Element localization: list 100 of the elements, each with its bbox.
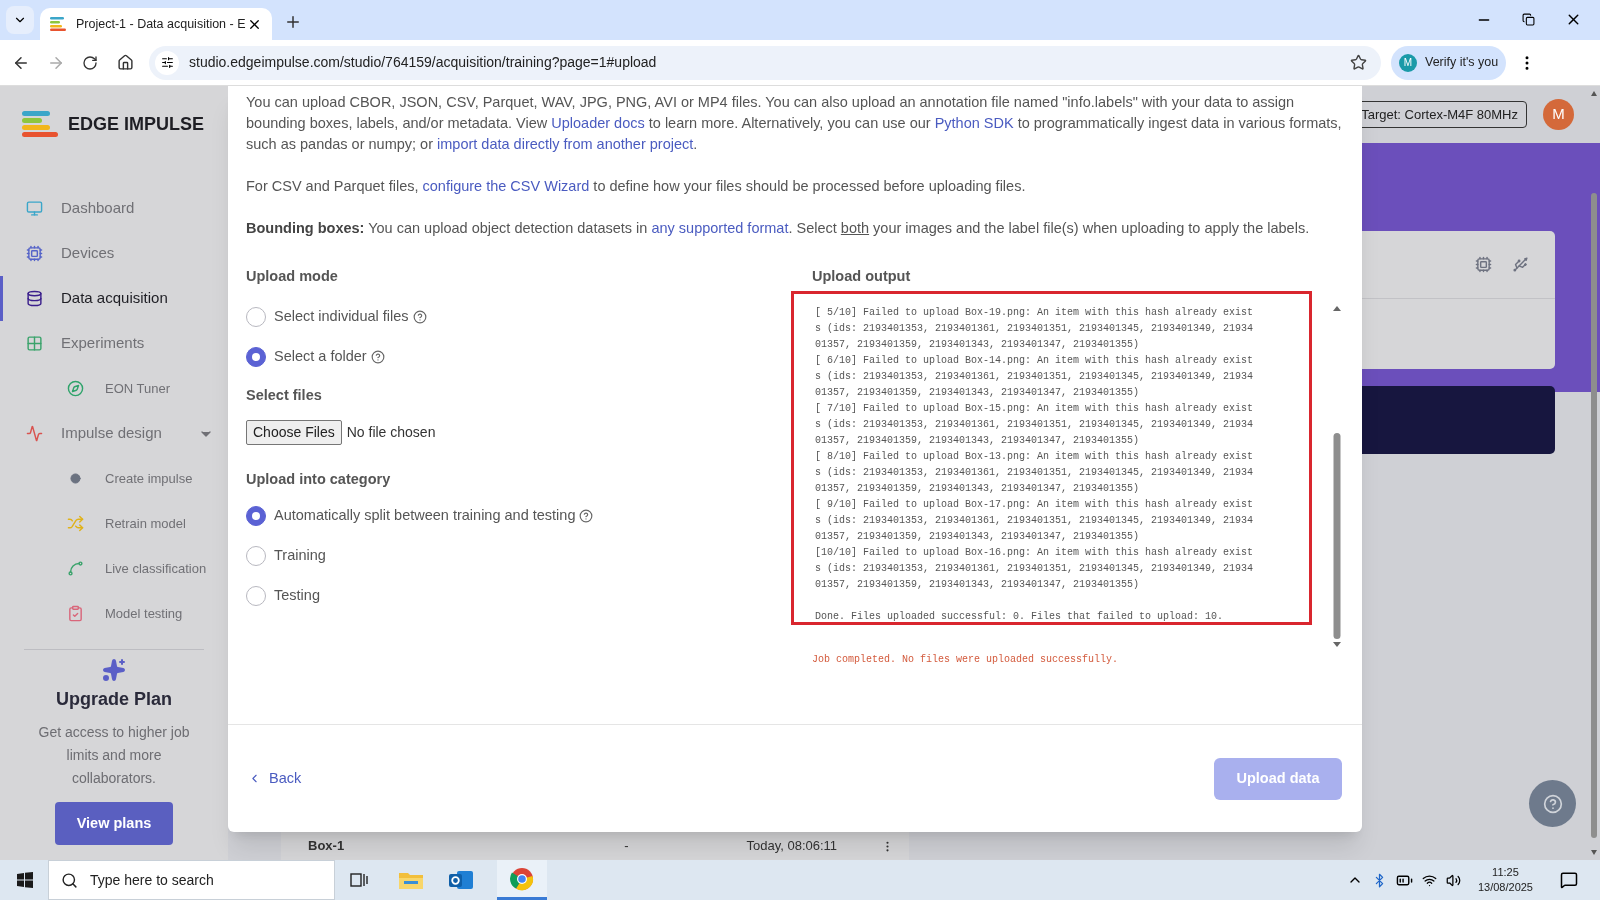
tab-title: Project-1 - Data acquisition - E bbox=[76, 15, 246, 33]
usb-icon[interactable] bbox=[1512, 256, 1529, 273]
curve-icon bbox=[66, 560, 84, 577]
log-line: [10/10] Failed to upload Box-16.png: An item with this hash already exist bbox=[815, 546, 1254, 560]
chip-icon[interactable] bbox=[1475, 256, 1492, 273]
help-icon bbox=[1542, 793, 1563, 814]
url-text: studio.edgeimpulse.com/studio/764159/acquisition/training?page=1#upload bbox=[189, 53, 657, 72]
help-icon bbox=[579, 508, 594, 523]
radio-label: Training bbox=[274, 545, 326, 565]
sidebar-item[interactable]: EON Tuner bbox=[0, 366, 228, 411]
log-line: 01357, 2193401359, 2193401343, 2193401347, 2193401355) bbox=[815, 434, 1140, 448]
link[interactable]: any supported format bbox=[651, 220, 789, 236]
log-line: s (ids: 2193401353, 2193401361, 2193401351, 2193401345, 2193401349, 21934 bbox=[815, 370, 1254, 384]
log-line: 01357, 2193401359, 2193401343, 2193401347, 2193401355) bbox=[815, 578, 1140, 592]
sidebar-item[interactable]: Dashboard bbox=[0, 186, 228, 231]
radio-label: Select individual files bbox=[274, 307, 409, 327]
table-cell-text: - bbox=[624, 837, 629, 856]
search-placeholder: Type here to search bbox=[90, 870, 214, 890]
radio-button[interactable] bbox=[246, 307, 266, 327]
home-icon[interactable] bbox=[117, 54, 134, 71]
user-avatar[interactable]: M bbox=[1543, 99, 1574, 130]
radio-label: Testing bbox=[274, 585, 320, 605]
upgrade-title: Upgrade Plan bbox=[56, 688, 172, 711]
mail-app-icon[interactable] bbox=[449, 869, 473, 891]
sidebar-item[interactable]: Devices bbox=[0, 231, 228, 276]
logo-icon bbox=[50, 17, 66, 31]
profile-button[interactable]: M Verify it's you bbox=[1391, 45, 1507, 80]
bookmark-star-icon[interactable] bbox=[1350, 54, 1367, 71]
choose-files-button[interactable]: Choose Files bbox=[246, 419, 342, 445]
help-icon bbox=[412, 310, 427, 324]
url-field[interactable]: studio.edgeimpulse.com/studio/764159/acquisition/training?page=1#upload bbox=[149, 45, 1381, 80]
sidebar-item[interactable]: Experiments bbox=[0, 321, 228, 366]
windows-icon[interactable] bbox=[17, 872, 33, 888]
search-icon bbox=[61, 871, 78, 889]
task-view-icon[interactable] bbox=[350, 872, 368, 888]
help-button[interactable] bbox=[1529, 780, 1576, 827]
database-icon bbox=[25, 290, 43, 307]
section-label: Select files bbox=[246, 386, 323, 405]
table-cell-text: Today, 08:06:11 bbox=[746, 837, 838, 856]
paragraph: You can upload CBOR, JSON, CSV, Parquet, WAV, JPG, PNG, AVI or MP4 files. You can also upload an annotation file named "info.labels" with your data to assign bounding boxes, labels, and/or metadata. View Uploader docs to learn more. Alternatively, you can use our Python SDK to programmatically ingest data in various formats, such as pandas or numpy; or import data directly from another project. bbox=[246, 93, 1343, 154]
back-link[interactable]: Back bbox=[248, 767, 302, 790]
clipboard-icon bbox=[66, 605, 84, 622]
radio-button[interactable] bbox=[246, 585, 266, 606]
notifications-icon[interactable] bbox=[1560, 871, 1578, 889]
log-line: s (ids: 2193401353, 2193401361, 2193401351, 2193401345, 2193401349, 21934 bbox=[815, 466, 1254, 480]
log-line: [ 9/10] Failed to upload Box-17.png: An item with this hash already exist bbox=[815, 498, 1254, 512]
radio-button[interactable] bbox=[246, 347, 266, 367]
log-line: [ 8/10] Failed to upload Box-13.png: An item with this hash already exist bbox=[815, 450, 1254, 464]
browser-taskbar-icon[interactable] bbox=[497, 860, 547, 900]
section-label: Upload mode bbox=[246, 267, 339, 286]
sidebar-item[interactable]: Retrain model bbox=[0, 501, 228, 546]
shuffle-icon bbox=[66, 515, 84, 532]
dot-icon bbox=[69, 473, 81, 484]
paragraph: For CSV and Parquet files, configure the CSV Wizard to define how your files should be processed before uploading files. bbox=[246, 177, 1027, 196]
folder-icon[interactable] bbox=[399, 870, 423, 890]
grid-icon bbox=[25, 335, 43, 352]
status-text: Job completed. No files were uploaded successfully. bbox=[812, 653, 1119, 667]
paragraph: Bounding boxes: You can upload object detection datasets in any supported format. Select both your images and the label file(s) when uploading to apply the labels. bbox=[246, 219, 1311, 238]
section-label: Upload into category bbox=[246, 469, 392, 489]
table-cell-text: Box-1 bbox=[308, 837, 345, 856]
link[interactable]: Python SDK bbox=[934, 115, 1014, 131]
pulse-icon bbox=[25, 425, 43, 442]
clock-time: 11:25 bbox=[1492, 865, 1519, 880]
radio-button[interactable] bbox=[246, 545, 266, 566]
radio-button[interactable] bbox=[246, 505, 266, 526]
sidebar-item[interactable]: Live classification bbox=[0, 546, 228, 591]
link[interactable]: Uploader docs bbox=[551, 115, 645, 131]
sidebar-item[interactable]: Create impulse bbox=[0, 456, 228, 501]
view-plans-button[interactable]: View plans bbox=[55, 802, 173, 845]
sidebar-item[interactable]: Model testing bbox=[0, 591, 228, 636]
link[interactable]: configure the CSV Wizard bbox=[422, 178, 590, 194]
log-line: s (ids: 2193401353, 2193401361, 2193401351, 2193401345, 2193401349, 21934 bbox=[815, 418, 1254, 432]
site-info-icon[interactable] bbox=[160, 56, 174, 69]
file-status: No file chosen bbox=[346, 422, 436, 442]
monitor-icon bbox=[25, 200, 43, 217]
help-icon bbox=[370, 350, 385, 364]
log-line: Done. Files uploaded successful: 0. Files that failed to upload: 10. bbox=[815, 610, 1224, 622]
upgrade-text: Get access to higher job limits and more collaborators. bbox=[37, 723, 191, 788]
log-line: s (ids: 2193401353, 2193401361, 2193401351, 2193401345, 2193401349, 21934 bbox=[815, 562, 1254, 576]
browser-tab[interactable]: Project-1 - Data acquisition - E bbox=[40, 8, 272, 40]
section-label: Upload output bbox=[812, 267, 912, 286]
log-line: s (ids: 2193401353, 2193401361, 2193401351, 2193401345, 2193401349, 21934 bbox=[815, 514, 1254, 528]
wifi-icon[interactable] bbox=[1421, 872, 1437, 888]
restore-icon[interactable] bbox=[1522, 13, 1535, 26]
log-line: [ 7/10] Failed to upload Box-15.png: An item with this hash already exist bbox=[815, 402, 1254, 416]
log-line: [ 5/10] Failed to upload Box-19.png: An item with this hash already exist bbox=[815, 306, 1254, 320]
radio-label: Automatically split between training and testing bbox=[274, 505, 576, 525]
log-line: 01357, 2193401359, 2193401343, 2193401347, 2193401355) bbox=[815, 338, 1140, 352]
new-tab-icon[interactable] bbox=[284, 13, 302, 31]
profile-avatar: M bbox=[1399, 53, 1417, 72]
taskbar-search-field[interactable]: Type here to search bbox=[48, 860, 335, 900]
reload-icon[interactable] bbox=[82, 54, 98, 71]
logo-text: EDGE IMPULSE bbox=[68, 112, 205, 136]
volume-icon[interactable] bbox=[1445, 872, 1461, 888]
log-line: s (ids: 2193401353, 2193401361, 2193401351, 2193401345, 2193401349, 21934 bbox=[815, 322, 1254, 336]
sidebar-item[interactable]: Impulse design bbox=[0, 411, 228, 456]
clock-date: 13/08/2025 bbox=[1477, 880, 1533, 895]
sparkle-icon bbox=[102, 658, 126, 682]
radio-label: Select a folder bbox=[274, 347, 367, 367]
logo-icon bbox=[22, 111, 58, 137]
